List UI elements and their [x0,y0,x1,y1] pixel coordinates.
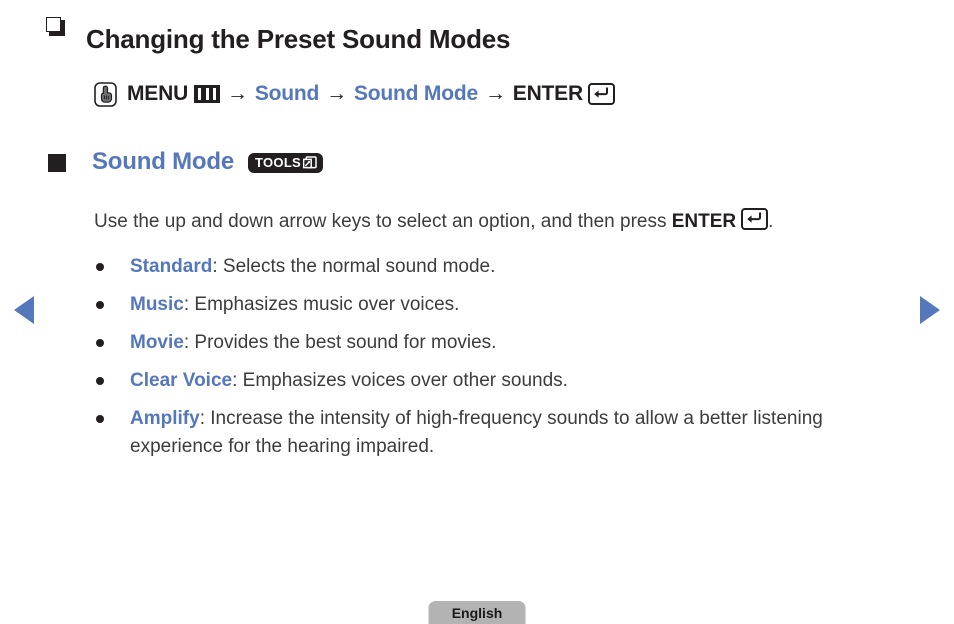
menu-button-label: MENU [127,82,189,106]
page-content: Changing the Preset Sound Modes MENU → S… [0,0,954,461]
enter-key-icon [587,83,615,106]
instruction-enter-label: ENTER [671,210,737,232]
menu-bars-icon [194,85,221,104]
layered-square-icon [46,17,65,36]
option-desc-music: : Emphasizes music over voices. [183,294,460,316]
option-desc-standard: : Selects the normal sound mode. [212,256,496,278]
sound-mode-options-list: Standard: Selects the normal sound mode.… [0,253,954,461]
path-arrow-3: → [484,82,506,106]
option-desc-clear-voice: : Emphasizes voices over other sounds. [232,369,568,391]
filled-square-icon [48,153,66,172]
bullet-dot-icon [96,339,104,347]
list-item-body: Amplify: Increase the intensity of high-… [130,405,894,461]
menu-path-breadcrumb: MENU → Sound → Sound Mode → ENTER [0,81,954,107]
page-title: Changing the Preset Sound Modes [86,24,511,55]
list-item: Standard: Selects the normal sound mode. [0,253,954,281]
path-arrow-1: → [227,82,248,106]
menu-path-step-sound: Sound [254,82,320,106]
sound-mode-heading-row: Sound Mode TOOLS [0,128,954,196]
list-item-body: Music: Emphasizes music over voices. [130,291,459,319]
option-name-clear-voice: Clear Voice [130,369,233,391]
option-name-amplify: Amplify [130,407,200,429]
path-arrow-2: → [326,82,347,106]
option-name-standard: Standard [130,256,213,278]
section-title-row: Changing the Preset Sound Modes [0,8,954,73]
bullet-dot-icon [96,301,104,310]
list-item: Movie: Provides the best sound for movie… [0,329,954,357]
list-item-body: Clear Voice: Emphasizes voices over othe… [130,367,568,395]
hand-press-icon [94,81,117,107]
option-desc-movie: : Provides the best sound for movies. [183,332,497,353]
sound-mode-heading: Sound Mode [92,147,234,175]
enter-button-label: ENTER [512,82,583,106]
menu-path-step-sound-mode: Sound Mode [353,82,478,106]
list-item-body: Standard: Selects the normal sound mode. [130,253,495,281]
list-item: Amplify: Increase the intensity of high-… [0,405,954,461]
instruction-text-before: Use the up and down arrow keys to select… [94,210,672,232]
tools-badge: TOOLS [247,152,324,173]
manual-page: Changing the Preset Sound Modes MENU → S… [0,0,954,624]
tools-popup-icon [302,156,317,169]
bullet-dot-icon [96,376,104,385]
list-item-body: Movie: Provides the best sound for movie… [130,329,496,357]
bullet-dot-icon [96,414,104,423]
option-desc-amplify: : Increase the intensity of high-frequen… [130,407,823,457]
bullet-dot-icon [96,263,104,272]
instruction-paragraph: Use the up and down arrow keys to select… [0,207,954,235]
list-item: Clear Voice: Emphasizes voices over othe… [0,367,954,395]
option-name-music: Music [130,294,184,316]
tools-badge-label: TOOLS [254,155,302,171]
language-tab[interactable]: English [428,601,526,624]
option-name-movie: Movie [130,332,184,353]
enter-key-icon [741,207,769,230]
list-item: Music: Emphasizes music over voices. [0,291,954,319]
instruction-text-after: . [768,210,774,232]
